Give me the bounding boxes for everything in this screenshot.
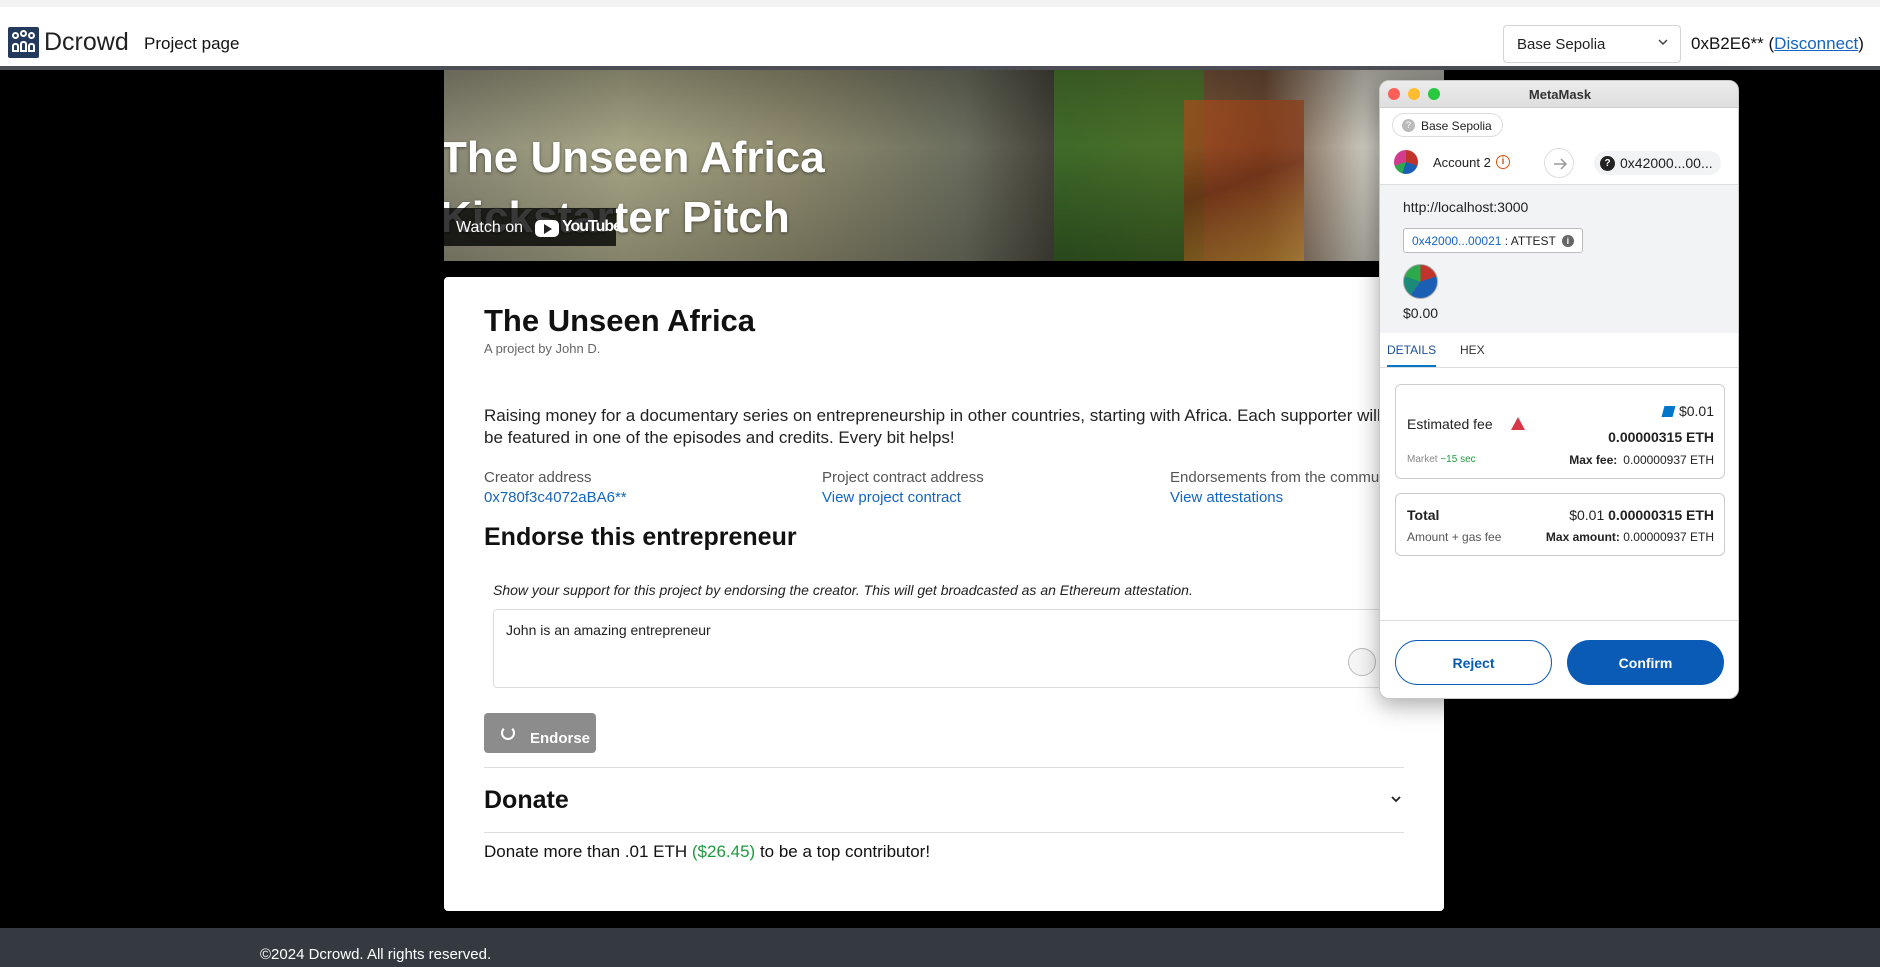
spinner-icon [501, 726, 515, 740]
project-title: The Unseen Africa [484, 303, 756, 338]
fee-eth: 0.00000315 ETH [1608, 429, 1714, 445]
network-select[interactable]: Base Sepolia [1503, 25, 1681, 63]
info-icon[interactable]: i [1496, 155, 1510, 169]
metamask-titlebar: MetaMask [1380, 81, 1738, 108]
project-description-line2: be featured in one of the episodes and c… [484, 428, 955, 447]
metamask-window: MetaMask ? Base Sepolia Account 2 i ? 0x… [1379, 80, 1739, 699]
metamask-network-pill[interactable]: ? Base Sepolia [1392, 113, 1503, 137]
endorsements-label: Endorsements from the community [1170, 469, 1403, 486]
account-address: 0xB2E6** [1691, 34, 1764, 53]
divider [484, 767, 1404, 768]
connected-account: 0xB2E6** (Disconnect) [1691, 34, 1864, 53]
endorse-heading: Endorse this entrepreneur [484, 523, 797, 551]
max-amount: Max amount: 0.00000937 ETH [1545, 530, 1714, 544]
project-byline: A project by John D. [484, 341, 601, 356]
question-icon: ? [1600, 156, 1615, 171]
origin-url: http://localhost:3000 [1403, 199, 1529, 215]
recipient-address[interactable]: ? 0x42000...00... [1594, 151, 1721, 175]
account-avatar [1394, 150, 1418, 174]
tab-details[interactable]: DETAILS [1387, 343, 1437, 367]
youtube-wordmark: YouTube [562, 218, 622, 235]
project-description-line1: Raising money for a documentary series o… [484, 406, 1381, 425]
watch-on-youtube-button[interactable]: Watch on YouTube [444, 208, 622, 246]
contract-avatar [1403, 264, 1438, 299]
chevron-down-icon [1658, 39, 1668, 46]
estimated-fee-box: Estimated fee $0.01 0.00000315 ETH Marke… [1395, 384, 1725, 479]
chevron-down-icon[interactable] [1389, 792, 1403, 806]
account-name: Account 2 [1433, 155, 1491, 170]
creator-address-link[interactable]: 0x780f3c4072aBA6** [484, 489, 627, 506]
contract-address-label: Project contract address [822, 469, 984, 486]
total-box: Total Amount + gas fee $0.01 0.00000315 … [1395, 493, 1725, 556]
reject-button[interactable]: Reject [1395, 640, 1552, 685]
total-label: Total [1407, 507, 1440, 523]
disconnect-link[interactable]: Disconnect [1774, 34, 1858, 53]
donate-text: Donate more than .01 ETH ($26.45) to be … [484, 842, 931, 861]
endorse-button[interactable]: Endorse [484, 713, 596, 753]
grammarly-icon[interactable] [1348, 648, 1376, 676]
people-logo-icon[interactable] [8, 27, 39, 58]
market-speed: Market ~15 sec [1407, 454, 1476, 465]
project-card: The Unseen Africa A project by John D. R… [444, 277, 1444, 911]
transaction-value: $0.00 [1403, 305, 1439, 321]
brand-name[interactable]: Dcrowd [44, 28, 129, 57]
transaction-summary: http://localhost:3000 0x42000...00021 : … [1380, 185, 1738, 333]
nav-project-page[interactable]: Project page [144, 34, 239, 54]
warning-icon[interactable] [1511, 417, 1525, 430]
info-icon: i [1561, 235, 1574, 247]
confirm-button[interactable]: Confirm [1567, 640, 1724, 685]
copyright-text: ©2024 Dcrowd. All rights reserved. [260, 946, 492, 963]
fee-usd[interactable]: $0.01 [1661, 403, 1714, 419]
view-attestations-link[interactable]: View attestations [1170, 489, 1283, 506]
max-fee: Max fee: 0.00000937 ETH [1569, 453, 1714, 467]
arrow-right-icon [1544, 148, 1574, 178]
metamask-title: MetaMask [1528, 87, 1592, 102]
divider [484, 832, 1404, 833]
top-navbar: Dcrowd Project page Base Sepolia 0xB2E6*… [0, 0, 1880, 70]
endorse-hint: Show your support for this project by en… [493, 582, 1193, 598]
donate-heading[interactable]: Donate [484, 786, 569, 815]
pencil-icon [1661, 406, 1676, 417]
contract-method[interactable]: 0x42000...00021 : ATTEST i [1403, 228, 1583, 253]
metamask-tabs: DETAILS HEX [1380, 333, 1738, 368]
total-value: $0.01 0.00000315 ETH [1569, 507, 1714, 523]
youtube-icon [535, 220, 559, 237]
tab-hex[interactable]: HEX [1460, 343, 1485, 365]
total-sublabel: Amount + gas fee [1407, 530, 1502, 544]
footer: ©2024 Dcrowd. All rights reserved. [0, 928, 1880, 967]
donate-usd-amount: ($26.45) [691, 842, 756, 861]
endorsement-textarea[interactable]: John is an amazing entrepreneur [493, 609, 1443, 688]
view-project-contract-link[interactable]: View project contract [822, 489, 961, 506]
youtube-video-embed[interactable]: The Unseen Africa Kickstarter Pitch Watc… [444, 70, 1444, 261]
divider [1380, 620, 1738, 621]
metamask-account-row: Account 2 i ? 0x42000...00... [1380, 143, 1738, 185]
network-select-value: Base Sepolia [1517, 36, 1606, 53]
estimated-fee-label: Estimated fee [1407, 416, 1493, 432]
question-icon: ? [1402, 119, 1415, 132]
creator-address-label: Creator address [484, 469, 592, 486]
